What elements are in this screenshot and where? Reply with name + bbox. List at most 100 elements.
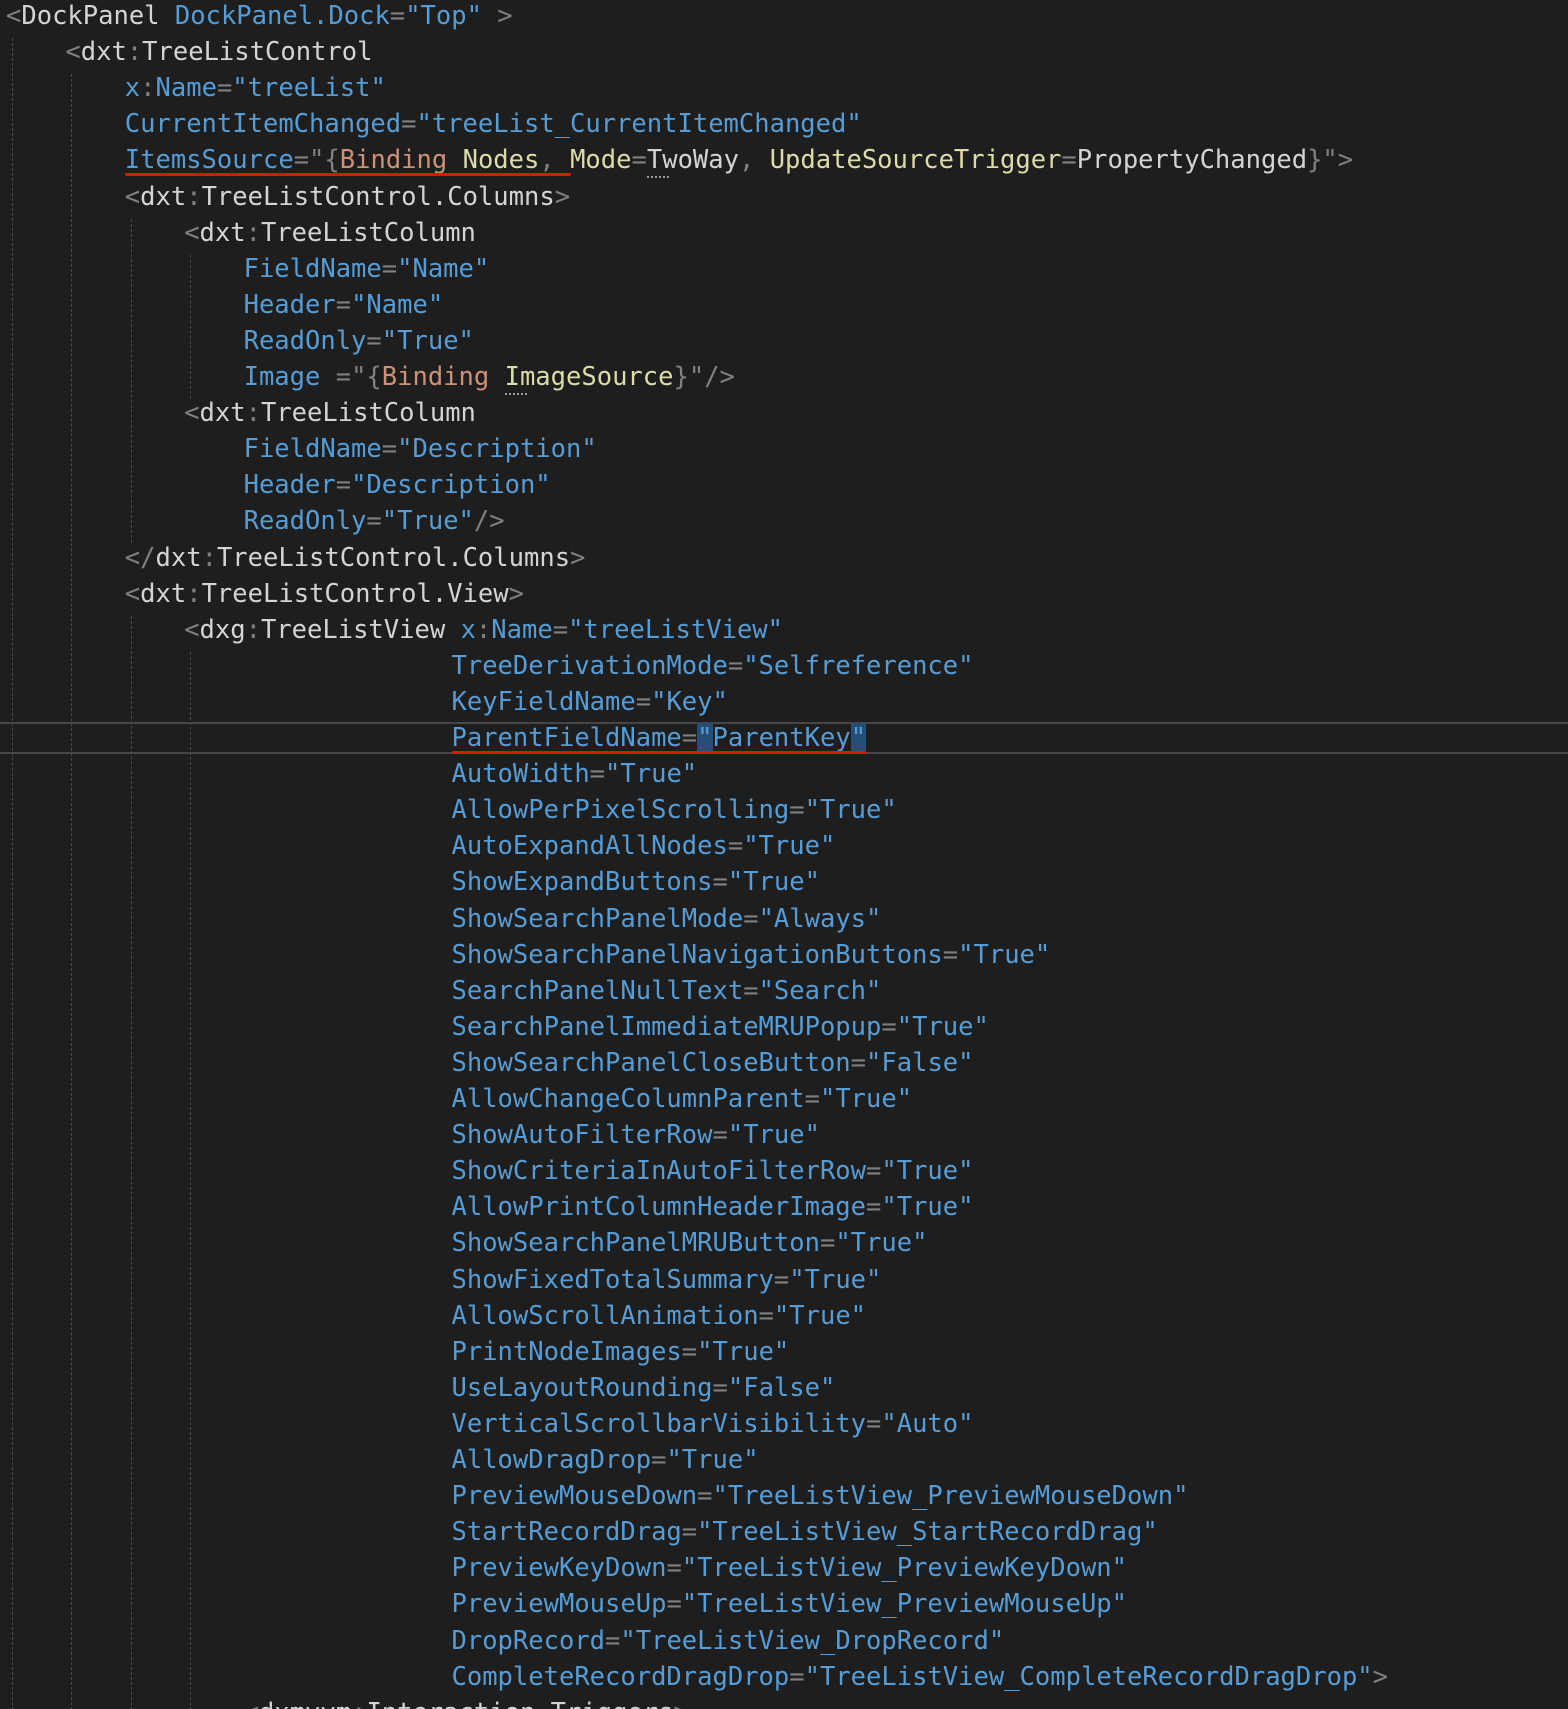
code-token: < [65,37,81,68]
code-token: AllowScrollAnimation [451,1300,759,1331]
code-token: "True" [743,831,836,862]
code-line[interactable]: Header="Description" [244,467,551,503]
code-line[interactable]: ShowCriteriaInAutoFilterRow="True" [452,1153,974,1189]
code-token: = [666,1589,682,1620]
code-token: = [381,253,398,284]
code-line[interactable]: <dxt:TreeListControl [65,34,372,70]
error-squiggle [125,173,571,176]
code-line[interactable]: ReadOnly="True" [244,323,474,359]
code-token: = [681,723,698,753]
code-line[interactable]: AllowScrollAnimation="True" [452,1298,867,1334]
code-line[interactable]: Header="Name" [244,287,444,323]
code-token: = [293,145,310,176]
code-token: Header [243,470,336,501]
code-token: ShowSearchPanelMode [451,903,744,934]
code-line[interactable]: CurrentItemChanged="treeList_CurrentItem… [125,106,862,142]
code-line[interactable]: ShowSearchPanelNavigationButtons="True" [452,937,1051,973]
code-token: PropertyChanged [1076,145,1308,176]
code-line[interactable]: ShowAutoFilterRow="True" [452,1117,820,1153]
code-line[interactable]: AllowPerPixelScrolling="True" [452,792,897,828]
code-line[interactable]: <dxt:TreeListControl.Columns> [125,179,570,215]
code-line[interactable]: <dxt:TreeListColumn [184,215,476,251]
code-token: = [605,1625,621,1656]
code-line[interactable]: CompleteRecordDragDrop="TreeListView_Com… [452,1659,1389,1695]
code-token: : [140,73,156,104]
code-token: "Auto" [881,1408,974,1439]
code-line[interactable]: PreviewKeyDown="TreeListView_PreviewKeyD… [452,1550,1128,1586]
code-line[interactable]: ReadOnly="True"/> [244,503,505,539]
code-line[interactable]: KeyFieldName="Key" [452,684,728,720]
code-token: = [712,1120,728,1151]
code-line[interactable]: VerticalScrollbarVisibility="Auto" [452,1406,974,1442]
code-token: ReadOnly [243,325,367,356]
code-line[interactable]: AutoWidth="True" [452,756,698,792]
code-token: : [475,614,492,645]
code-token: TreeDerivationMode [451,650,728,681]
code-line[interactable]: AutoExpandAllNodes="True" [452,828,836,864]
code-line[interactable]: Image ="{Binding ImageSource}"/> [244,359,735,395]
code-line[interactable]: </dxt:TreeListControl.Columns> [125,540,586,576]
code-token: dxt [140,578,187,609]
code-token: = [552,614,569,645]
xaml-code-editor[interactable]: <DockPanel DockPanel.Dock="Top" > <dxt:Tr… [0,0,1568,1709]
code-token: "True" [697,1336,790,1367]
code-line[interactable]: UseLayoutRounding="False" [452,1370,836,1406]
code-token: = [635,686,652,717]
code-line[interactable]: TreeDerivationMode="Selfreference" [452,648,974,684]
code-line[interactable]: DropRecord="TreeListView_DropRecord" [452,1623,1005,1659]
code-token: "True" [727,1120,820,1151]
code-token: Name [155,73,217,104]
code-line[interactable]: <DockPanel DockPanel.Dock="Top" > [6,0,513,34]
code-line[interactable]: <dxmvvm:Interaction.Triggers> [244,1695,689,1709]
code-line[interactable]: <dxg:TreeListView x:Name="treeListView" [184,612,783,648]
code-token: Image [243,362,321,392]
code-token: SearchPanelNullText [451,975,744,1006]
indent-guide [12,38,13,1709]
code-token: = [804,1084,820,1114]
code-token: = [758,1300,774,1331]
code-line[interactable]: ShowExpandButtons="True" [452,864,820,900]
code-token: = [712,867,728,898]
code-line[interactable]: AllowDragDrop="True" [452,1442,759,1478]
code-line[interactable]: PrintNodeImages="True" [452,1334,790,1370]
code-line[interactable]: ShowSearchPanelMode="Always" [452,901,882,937]
code-token: : [186,578,202,609]
code-token: dxmvvm [259,1698,351,1709]
code-line[interactable]: x:Name="treeList" [125,70,386,106]
code-line[interactable]: SearchPanelNullText="Search" [452,973,882,1009]
code-token: "TreeListView_DropRecord" [620,1625,1005,1656]
code-token: Binding [381,362,490,392]
indent-guide [190,254,192,400]
code-token: : [245,398,261,429]
code-token: ReadOnly [243,506,367,537]
code-line[interactable]: <dxt:TreeListColumn [184,395,476,431]
code-token: "True" [727,867,820,898]
code-token: = [335,289,352,320]
code-line[interactable]: <dxt:TreeListControl.View> [125,576,524,612]
code-line[interactable]: ShowSearchPanelMRUButton="True" [452,1225,928,1261]
code-token: = [942,939,959,970]
code-token: "True" [381,325,474,356]
code-line[interactable]: FieldName="Description" [244,431,597,467]
code-line[interactable]: SearchPanelImmediateMRUPopup="True" [452,1009,989,1045]
code-line[interactable]: PreviewMouseUp="TreeListView_PreviewMous… [452,1586,1128,1622]
code-token: "TreeListView_PreviewMouseUp" [681,1589,1128,1620]
code-token: UpdateSourceTrigger [769,145,1062,176]
code-token: "Search" [758,975,882,1006]
indent-guide [130,615,132,1709]
code-line[interactable]: AllowPrintColumnHeaderImage="True" [452,1189,974,1225]
code-token: dxg [199,614,246,645]
code-line[interactable]: ShowFixedTotalSummary="True" [452,1262,882,1298]
code-token: = [366,325,382,356]
code-line[interactable]: PreviewMouseDown="TreeListView_PreviewMo… [452,1478,1189,1514]
code-token: < [244,1698,259,1709]
code-token: x [124,73,141,104]
code-token: > [554,181,571,212]
code-token: Binding [339,145,448,176]
code-line[interactable]: StartRecordDrag="TreeListView_StartRecor… [452,1514,1158,1550]
code-token: : [186,181,202,212]
code-line[interactable]: AllowChangeColumnParent="True" [452,1081,913,1117]
code-line[interactable]: FieldName="Name" [244,251,490,287]
code-line[interactable]: ShowSearchPanelCloseButton="False" [452,1045,974,1081]
code-token: : [126,37,143,68]
